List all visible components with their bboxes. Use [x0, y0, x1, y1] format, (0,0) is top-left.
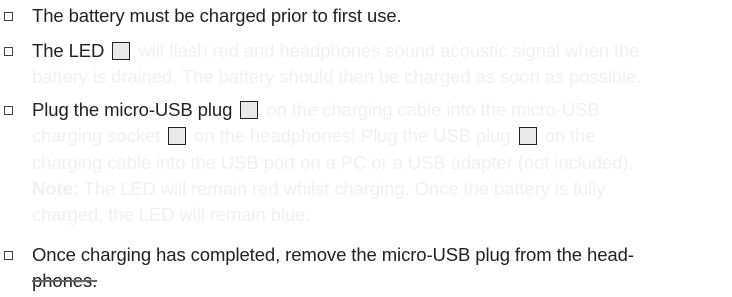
- item-text-line: phones.: [32, 268, 97, 294]
- item-text-line: battery is drained. The battery should t…: [32, 66, 642, 87]
- item-text-struck: phones.: [32, 270, 98, 291]
- item-text: on the: [544, 125, 596, 146]
- item-text-line: charging socket on the headphones! Plug …: [32, 123, 596, 149]
- item-text: on the headphones! Plug the USB plug: [194, 125, 511, 146]
- item-text-faded: on the charging cable into the micro-USB: [266, 99, 600, 120]
- checkbox-bullet-icon: [4, 106, 13, 115]
- item-text-line: Plug the micro-USB plug on the charging …: [32, 97, 600, 123]
- checkbox-bullet-icon: [4, 12, 13, 21]
- usb-plug-reference-box: [518, 127, 537, 145]
- led-reference-box: [112, 42, 131, 60]
- micro-usb-plug-reference-box: [240, 101, 259, 119]
- charging-socket-reference-box: [168, 127, 187, 145]
- instruction-list: The battery must be charged prior to fir…: [0, 0, 732, 297]
- checkbox-bullet-icon: [4, 47, 13, 56]
- note-text: The LED will remain red whilst charging.…: [83, 178, 606, 199]
- checkbox-bullet-icon: [4, 251, 13, 260]
- item-text: Plug the micro-USB plug: [32, 99, 233, 120]
- item-text-line: charged, the LED will remain blue.: [32, 204, 311, 225]
- item-text: The LED: [32, 40, 105, 61]
- item-text-line: charging cable into the USB port on a PC…: [32, 152, 634, 173]
- item-text-line: The battery must be charged prior to fir…: [32, 5, 402, 26]
- item-text: charging socket: [32, 125, 161, 146]
- item-text-faded: will flash red and headphones sound acou…: [138, 40, 640, 61]
- item-text-line: Note: The LED will remain red whilst cha…: [32, 176, 606, 202]
- item-text-line: Once charging has completed, remove the …: [32, 244, 634, 265]
- note-label: Note:: [32, 178, 79, 199]
- item-text-line: The LED will flash red and headphones so…: [32, 38, 640, 64]
